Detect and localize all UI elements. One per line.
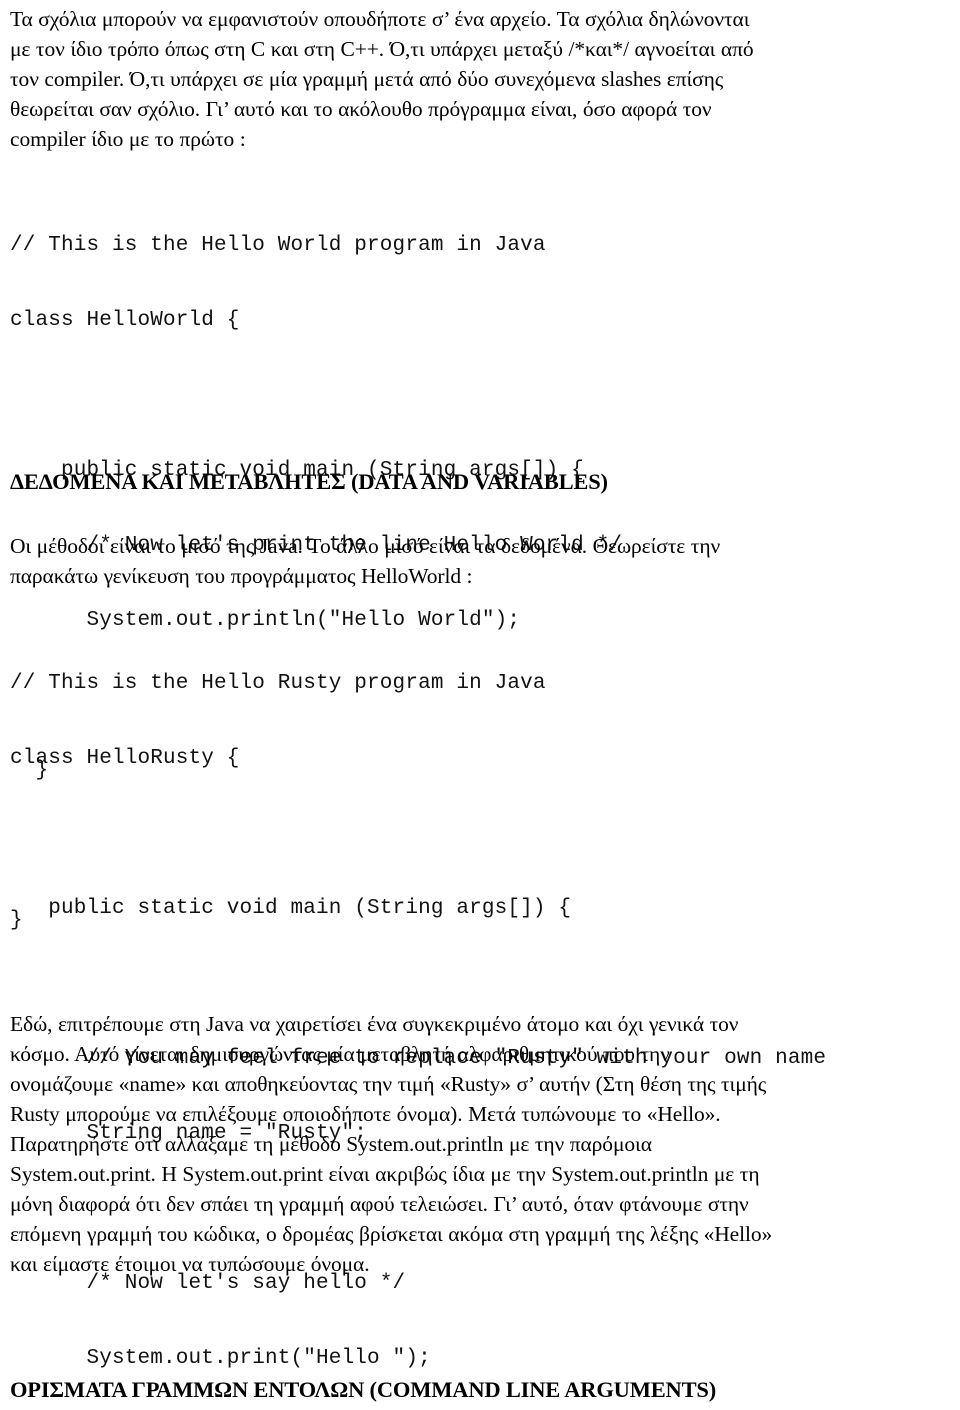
paragraph-line: ονομάζουμε «name» και αποθηκεύοντας την … — [10, 1072, 767, 1096]
paragraph-line: Οι μέθοδοι είναι το μισό της Java. Το άλ… — [10, 534, 721, 558]
paragraph-line: Εδώ, επιτρέπουμε στη Java να χαιρετίσει … — [10, 1012, 739, 1036]
paragraph-explanation: Εδώ, επιτρέπουμε στη Java να χαιρετίσει … — [10, 1009, 955, 1279]
paragraph-line: παρακάτω γενίκευση του προγράμματος Hell… — [10, 564, 473, 588]
paragraph-line: και είμαστε έτοιμοι να τυπώσουμε όνομα. — [10, 1252, 370, 1276]
paragraph-line: Παρατηρήστε ότι αλλάξαμε τη μέθοδο Syste… — [10, 1132, 652, 1156]
paragraph-line: κόσμο. Αυτό γίνεται δημιουργώντας μία με… — [10, 1042, 670, 1066]
code-line: // This is the Hello World program in Ja… — [10, 234, 546, 257]
section-heading-data-and-variables: ΔΕΔΟΜΕΝΑ ΚΑΙ ΜΕΤΑΒΛΗΤΕΣ (DATA AND VARIAB… — [10, 469, 608, 494]
paragraph-line: με τον ίδιο τρόπο όπως στη C και στη C++… — [10, 37, 754, 61]
intro-paragraph: Τα σχόλια μπορούν να εμφανιστούν οπουδήπ… — [10, 4, 950, 154]
paragraph-line: System.out.print. Η System.out.print είν… — [10, 1162, 760, 1186]
document-page: Τα σχόλια μπορούν να εμφανιστούν οπουδήπ… — [0, 0, 960, 1410]
paragraph-line: compiler ίδιο με το πρώτο : — [10, 127, 246, 151]
code-line: System.out.print("Hello "); — [10, 1347, 431, 1370]
paragraph-line: μόνη διαφορά ότι δεν σπάει τη γραμμή αφο… — [10, 1192, 749, 1216]
code-line: // This is the Hello Rusty program in Ja… — [10, 672, 546, 695]
section-heading-command-line-arguments: ΟΡΙΣΜΑΤΑ ΓΡΑΜΜΩΝ ΕΝΤΟΛΩΝ (COMMAND LINE A… — [10, 1377, 717, 1402]
paragraph-methods-and-data: Οι μέθοδοι είναι το μισό της Java. Το άλ… — [10, 531, 950, 591]
paragraph-line: Rusty μπορούμε να επιλέξουμε οποιοδήποτε… — [10, 1102, 721, 1126]
paragraph-line: επόμενη γραμμή του κώδικα, ο δρομέας βρί… — [10, 1222, 773, 1246]
paragraph-line: θεωρείται σαν σχόλιο. Γι’ αυτό και το ακ… — [10, 97, 712, 121]
code-line: class HelloRusty { — [10, 747, 240, 770]
code-line: class HelloWorld { — [10, 309, 240, 332]
code-line: public static void main (String args[]) … — [10, 897, 572, 920]
paragraph-line: τον compiler. Ό,τι υπάρχει σε μία γραμμή… — [10, 67, 724, 91]
paragraph-line: Τα σχόλια μπορούν να εμφανιστούν οπουδήπ… — [10, 7, 750, 31]
